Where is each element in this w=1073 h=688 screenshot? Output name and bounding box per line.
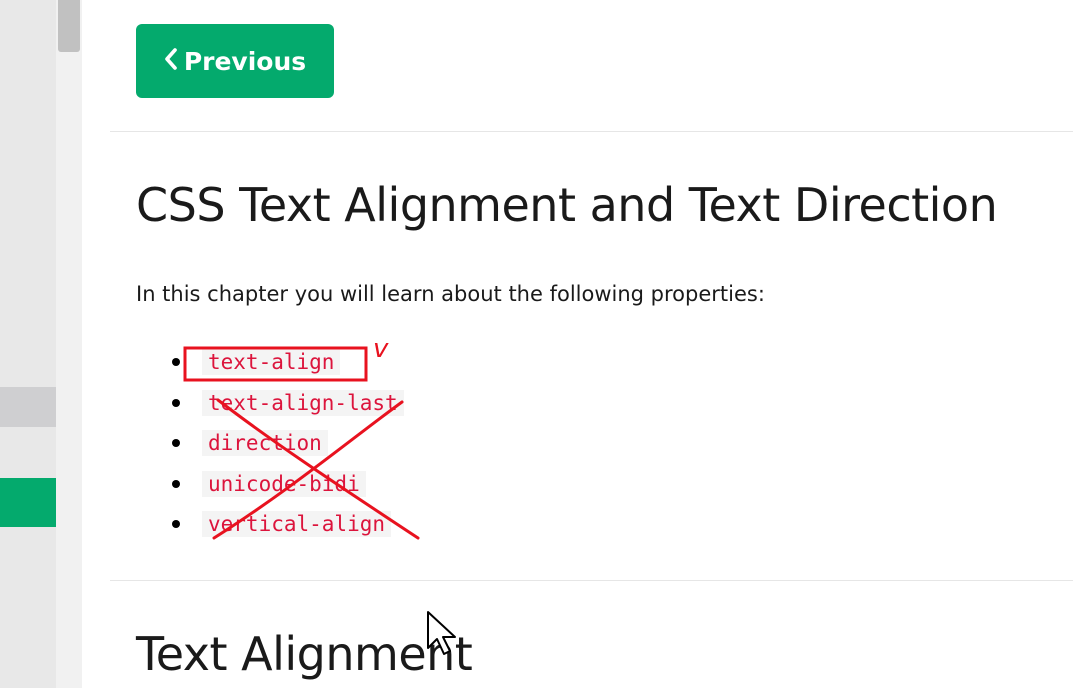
sidebar-item-hovered[interactable]: [0, 387, 56, 427]
code-vertical-align: vertical-align: [202, 511, 392, 538]
page-title: CSS Text Alignment and Text Direction: [136, 178, 998, 232]
annotation-overlay: v: [183, 334, 420, 540]
list-item: direction: [172, 423, 404, 464]
sidebar-scrollbar-thumb[interactable]: [58, 0, 80, 52]
divider: [110, 131, 1073, 132]
sidebar: [0, 0, 56, 688]
list-item: unicode-bidi: [172, 464, 404, 505]
list-item: text-align: [172, 342, 404, 383]
bullet-icon: [172, 398, 180, 407]
code-unicode-bidi: unicode-bidi: [202, 470, 366, 497]
code-direction: direction: [202, 430, 328, 457]
intro-text: In this chapter you will learn about the…: [136, 282, 765, 306]
chevron-left-icon: [164, 47, 178, 76]
bullet-icon: [172, 439, 180, 448]
sidebar-item-active[interactable]: [0, 478, 56, 527]
previous-button-label: Previous: [183, 46, 307, 76]
bullet-icon: [172, 358, 180, 367]
list-item: vertical-align: [172, 504, 404, 545]
mouse-cursor-icon: [427, 611, 456, 655]
sidebar-scrollbar[interactable]: [56, 0, 82, 688]
property-list: text-align text-align-last direction uni…: [172, 342, 404, 545]
page: Previous CSS Text Alignment and Text Dir…: [0, 0, 1073, 688]
bullet-icon: [172, 520, 180, 529]
bullet-icon: [172, 479, 180, 488]
previous-button[interactable]: Previous: [136, 24, 334, 98]
content-gutter: [82, 0, 110, 688]
divider: [110, 580, 1073, 581]
code-text-align-last: text-align-last: [202, 389, 404, 416]
section-heading: Text Alignment: [136, 627, 473, 681]
list-item: text-align-last: [172, 383, 404, 424]
code-text-align: text-align: [202, 349, 341, 376]
